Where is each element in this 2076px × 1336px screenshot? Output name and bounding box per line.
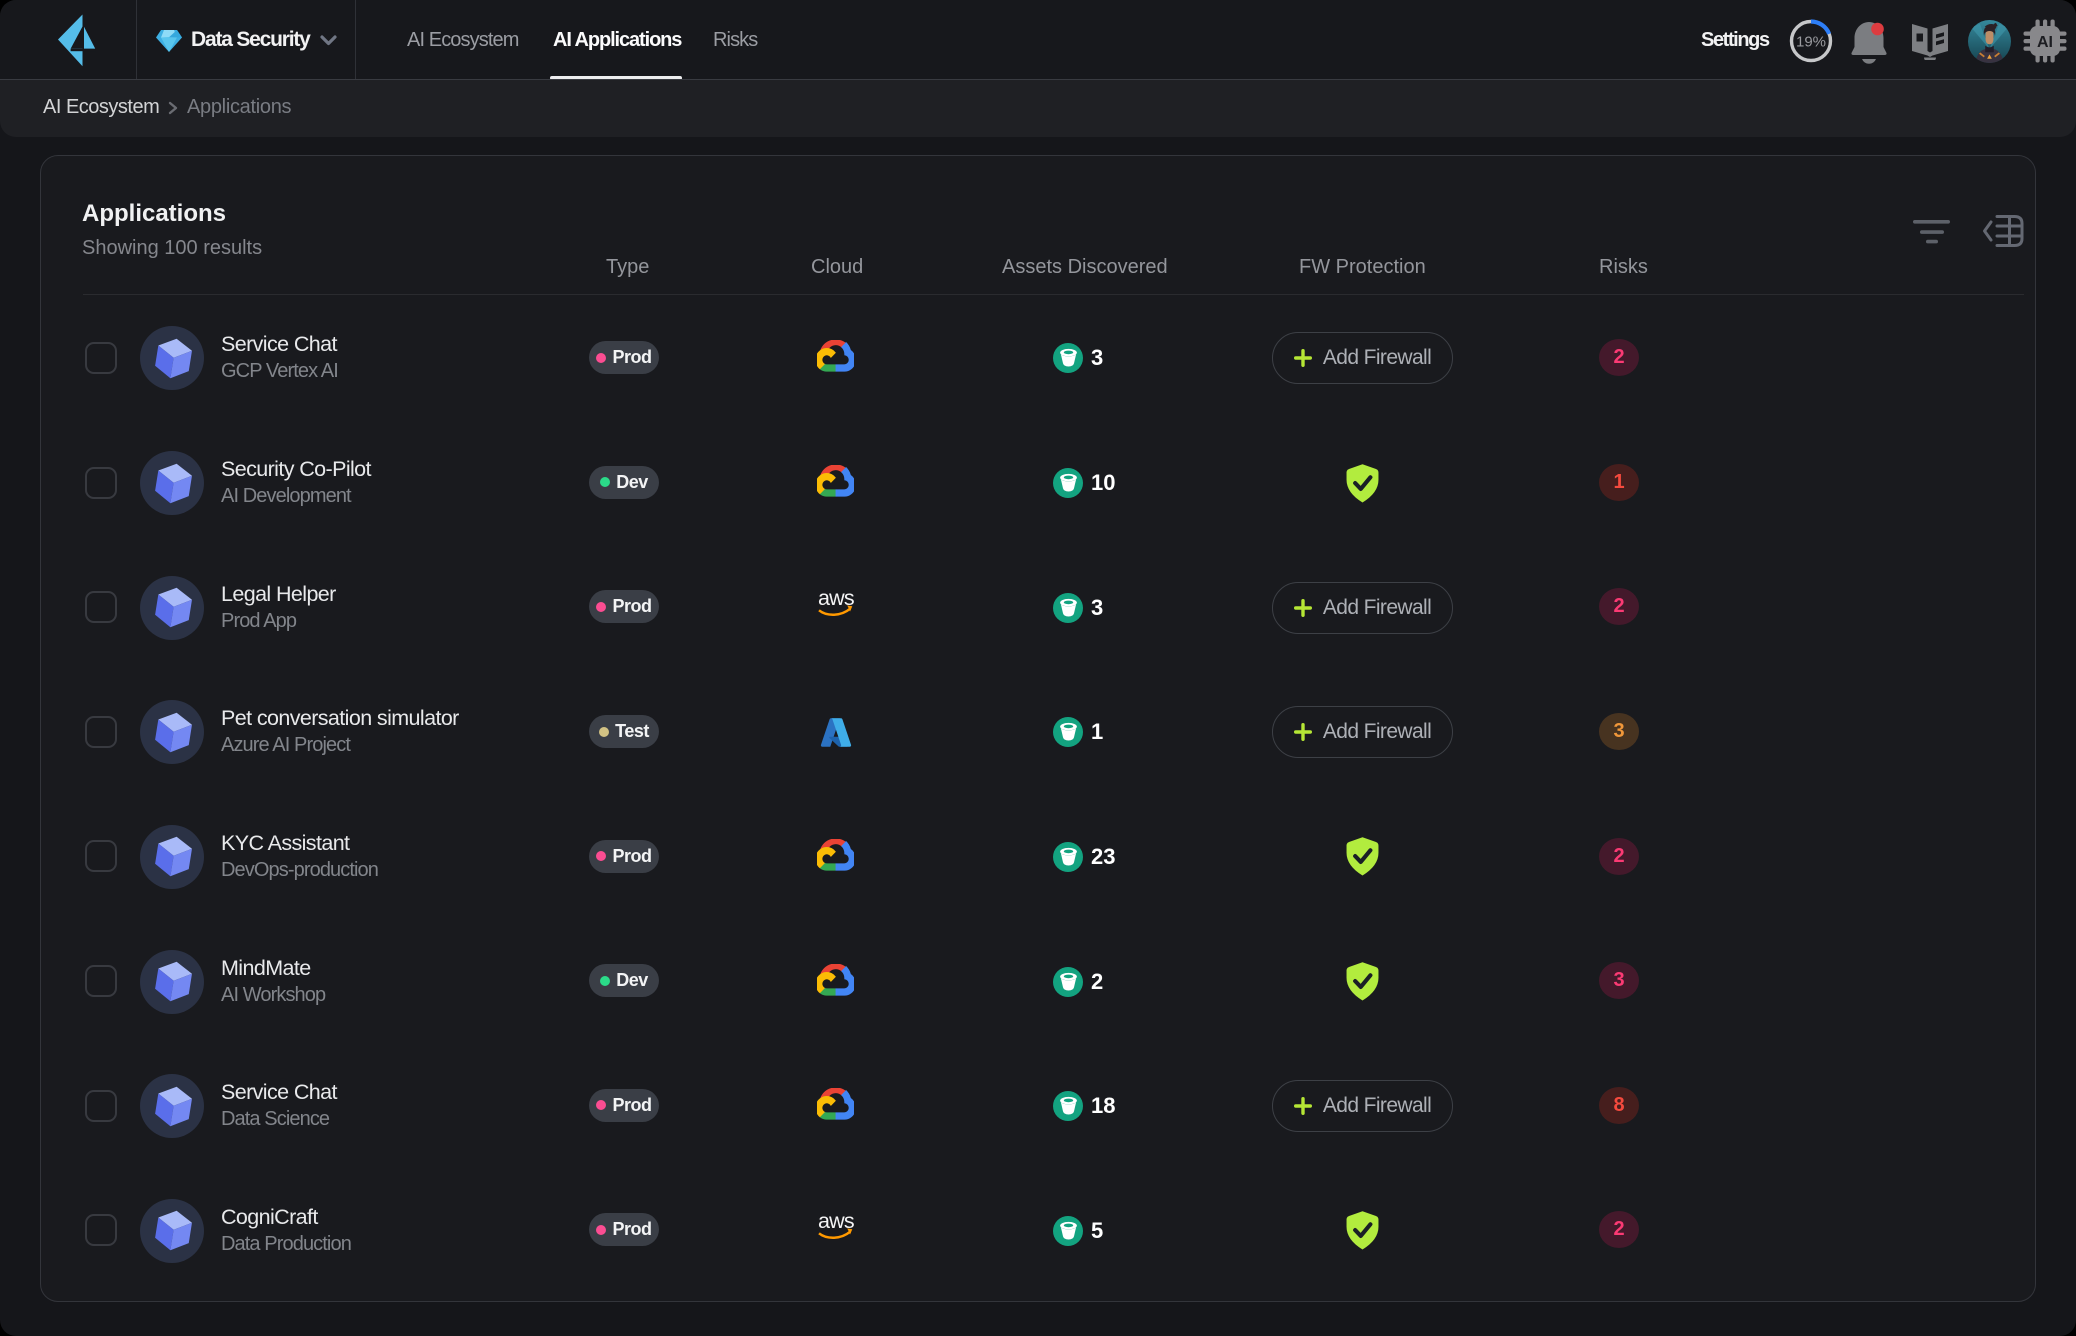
svg-text:AI: AI xyxy=(2037,34,2053,51)
svg-text:19%: 19% xyxy=(1796,34,1826,51)
